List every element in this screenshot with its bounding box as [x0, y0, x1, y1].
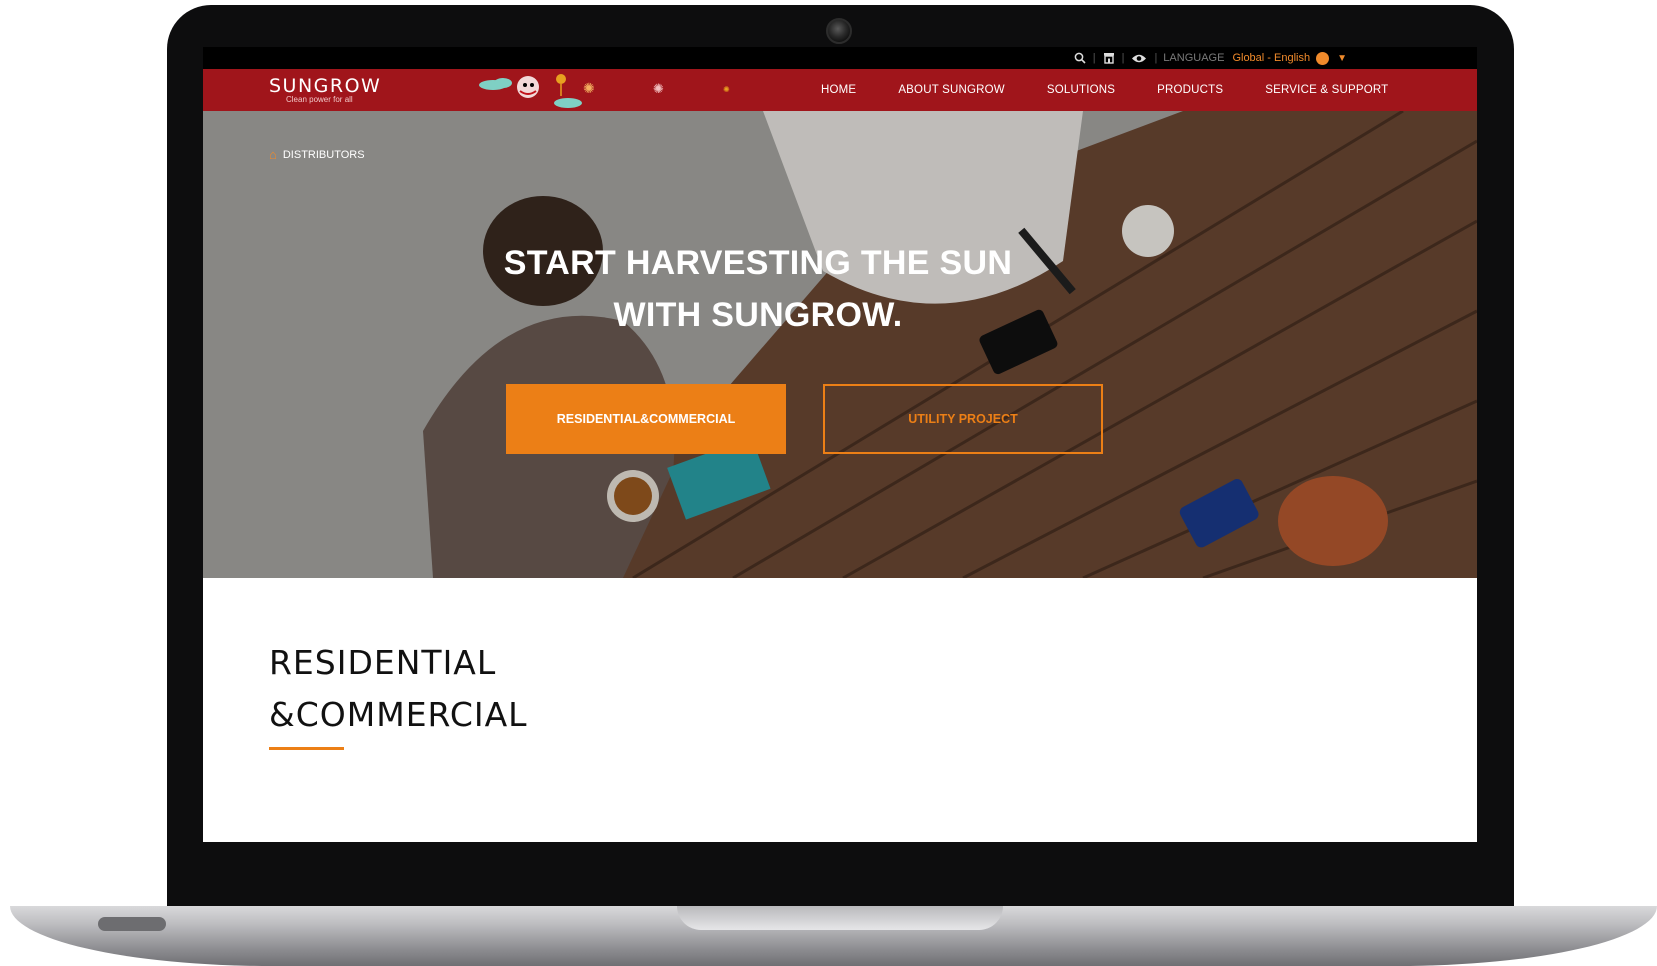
section-title-underline	[269, 747, 344, 750]
search-icon[interactable]	[1074, 52, 1086, 64]
store-icon[interactable]	[1103, 52, 1115, 64]
section-title: RESIDENTIAL &COMMERCIAL	[269, 637, 528, 741]
nav-item-service-support[interactable]: SERVICE & SUPPORT	[1265, 84, 1388, 96]
brand-logo[interactable]: SUNGROW Clean power for all	[269, 75, 381, 104]
camera-icon	[826, 18, 852, 44]
laptop-notch	[677, 906, 1003, 930]
utility-bar: | | | LANGUAGE Global - English ▼	[203, 47, 1477, 69]
nav-item-about[interactable]: ABOUT SUNGROW	[898, 84, 1005, 96]
hero-overlay	[203, 111, 1477, 578]
residential-commercial-button[interactable]: RESIDENTIAL&COMMERCIAL	[506, 384, 786, 454]
language-label: LANGUAGE	[1163, 52, 1225, 64]
hero-headline-line2: WITH SUNGROW.	[613, 296, 903, 334]
language-selector[interactable]: Global - English	[1232, 52, 1310, 64]
breadcrumb-current[interactable]: DISTRIBUTORS	[283, 149, 365, 161]
globe-icon[interactable]	[1316, 51, 1330, 65]
main-navbar: SUNGROW Clean power for all ✺ ✺ ✺ HOME A…	[203, 69, 1477, 111]
utility-project-button[interactable]: UTILITY PROJECT	[823, 384, 1103, 454]
nav-item-products[interactable]: PRODUCTS	[1157, 84, 1223, 96]
nav-item-solutions[interactable]: SOLUTIONS	[1047, 84, 1115, 96]
divider: |	[1092, 52, 1096, 64]
breadcrumb: ⌂ DISTRIBUTORS	[269, 147, 365, 162]
svg-text:✺: ✺	[583, 80, 595, 96]
nav-menu: HOME ABOUT SUNGROW SOLUTIONS PRODUCTS SE…	[821, 69, 1430, 111]
eye-icon[interactable]	[1131, 53, 1147, 64]
hero-headline: START HARVESTING THE SUN WITH SUNGROW.	[463, 237, 1053, 341]
nav-item-home[interactable]: HOME	[821, 84, 856, 96]
hero-banner: ⌂ DISTRIBUTORS START HARVESTING THE SUN …	[203, 111, 1477, 578]
section-title-line2: &COMMERCIAL	[269, 695, 528, 734]
festive-decoration-icon: ✺ ✺ ✺	[479, 74, 730, 108]
browser-screen: | | | LANGUAGE Global - English ▼ SUNGRO…	[203, 47, 1477, 842]
home-icon[interactable]: ⌂	[269, 147, 277, 162]
hero-headline-line1: START HARVESTING THE SUN	[503, 244, 1013, 282]
svg-text:✺: ✺	[653, 81, 664, 96]
svg-text:✺: ✺	[723, 85, 730, 94]
divider: |	[1121, 52, 1125, 64]
laptop-foot	[98, 917, 166, 931]
chevron-down-icon[interactable]: ▼	[1337, 53, 1347, 64]
divider: |	[1154, 52, 1158, 64]
section-title-line1: RESIDENTIAL	[269, 643, 497, 682]
brand-name: SUNGROW	[269, 75, 382, 97]
